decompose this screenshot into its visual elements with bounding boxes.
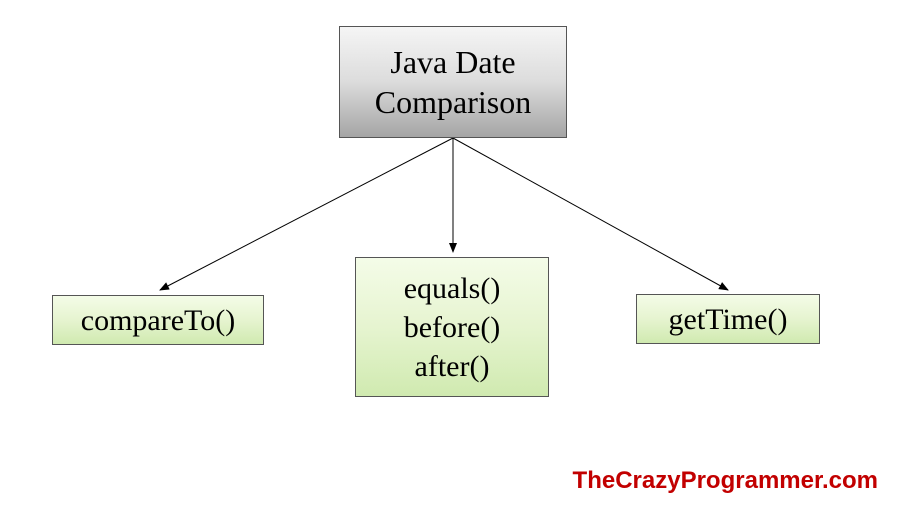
root-line2: Comparison [375,82,531,122]
child-label: getTime() [669,300,788,339]
child-label: compareTo() [81,301,235,340]
child-label-line1: equals() [404,269,501,308]
child-label-line3: after() [415,347,490,386]
child-node-gettime: getTime() [636,294,820,344]
child-node-compareto: compareTo() [52,295,264,345]
watermark-text: TheCrazyProgrammer.com [573,467,878,495]
root-node: Java Date Comparison [339,26,567,138]
root-line1: Java Date [390,42,515,82]
child-label-line2: before() [404,308,501,347]
child-node-equals-before-after: equals() before() after() [355,257,549,397]
